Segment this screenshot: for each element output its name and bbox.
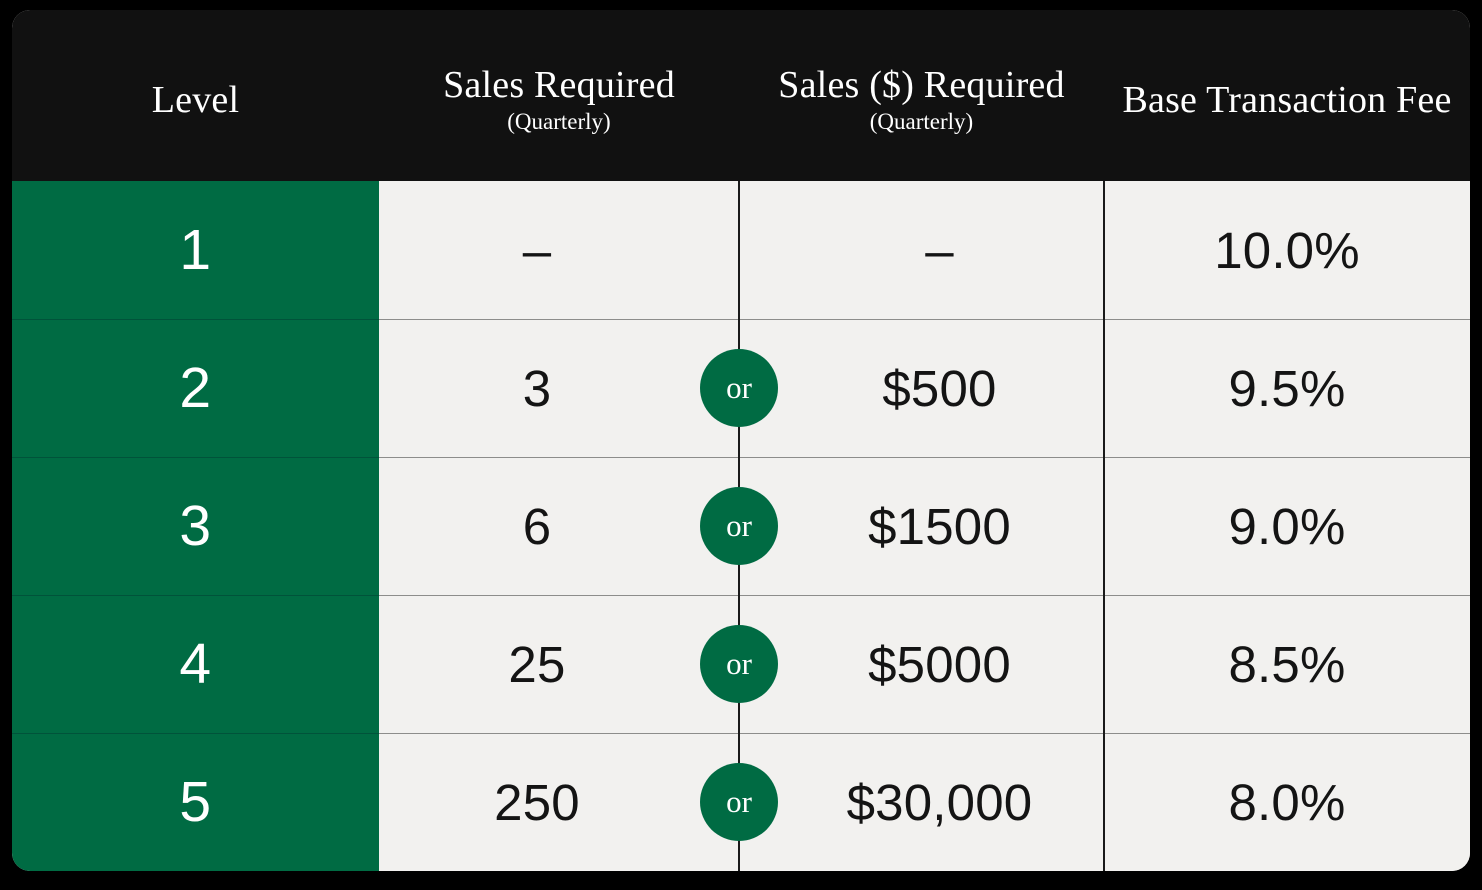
table-header-row: Level Sales Required (Quarterly) Sales (… bbox=[12, 10, 1470, 181]
cell-sales-required: 3 bbox=[379, 319, 739, 457]
column-header-sales-required-title: Sales Required bbox=[443, 63, 675, 106]
base-transaction-fee-value: 10.0% bbox=[1214, 221, 1360, 279]
sales-required-value: 25 bbox=[508, 635, 566, 693]
column-header-level-title: Level bbox=[151, 79, 240, 122]
cell-base-transaction-fee: 8.0% bbox=[1104, 733, 1470, 871]
column-header-base-transaction-fee: Base Transaction Fee bbox=[1104, 10, 1470, 181]
level-value: 3 bbox=[179, 494, 212, 558]
level-value: 5 bbox=[179, 770, 212, 834]
cell-sales-dollars-required: $1500 bbox=[739, 457, 1104, 595]
cell-sales-required: 25 bbox=[379, 595, 739, 733]
cell-base-transaction-fee: 10.0% bbox=[1104, 181, 1470, 319]
cell-sales-dollars-required: $5000 bbox=[739, 595, 1104, 733]
column-header-level: Level bbox=[12, 10, 379, 181]
sales-dollars-value: $5000 bbox=[868, 635, 1011, 693]
sales-dollars-value: $500 bbox=[882, 359, 997, 417]
base-transaction-fee-value: 8.5% bbox=[1228, 635, 1346, 693]
or-badge: or bbox=[700, 349, 778, 427]
or-badge: or bbox=[700, 625, 778, 703]
column-header-sales-required: Sales Required (Quarterly) bbox=[379, 10, 739, 181]
table-row: 1 – – 10.0% bbox=[12, 181, 1470, 319]
column-header-sales-dollars-required-subtitle: (Quarterly) bbox=[869, 109, 974, 135]
level-value: 4 bbox=[179, 632, 212, 696]
sales-dollars-value: $1500 bbox=[868, 497, 1011, 555]
column-header-base-transaction-fee-title: Base Transaction Fee bbox=[1122, 79, 1452, 122]
cell-level: 5 bbox=[12, 733, 379, 871]
base-transaction-fee-value: 9.5% bbox=[1228, 359, 1346, 417]
cell-base-transaction-fee: 9.5% bbox=[1104, 319, 1470, 457]
sales-required-value: – bbox=[522, 221, 552, 279]
base-transaction-fee-value: 9.0% bbox=[1228, 497, 1346, 555]
sales-required-value: 3 bbox=[522, 359, 552, 417]
sales-dollars-value: $30,000 bbox=[846, 773, 1033, 831]
or-badge-label: or bbox=[726, 369, 752, 405]
or-badge-label: or bbox=[726, 783, 752, 819]
cell-sales-required: 250 bbox=[379, 733, 739, 871]
or-badge-label: or bbox=[726, 645, 752, 681]
column-header-sales-required-subtitle: (Quarterly) bbox=[507, 109, 611, 135]
cell-level: 2 bbox=[12, 319, 379, 457]
cell-sales-dollars-required: $500 bbox=[739, 319, 1104, 457]
cell-base-transaction-fee: 8.5% bbox=[1104, 595, 1470, 733]
cell-sales-required: 6 bbox=[379, 457, 739, 595]
screenshot-root: Level Sales Required (Quarterly) Sales (… bbox=[0, 0, 1482, 890]
column-header-sales-dollars-required: Sales ($) Required (Quarterly) bbox=[739, 10, 1104, 181]
cell-level: 1 bbox=[12, 181, 379, 319]
cell-sales-required: – bbox=[379, 181, 739, 319]
or-badge: or bbox=[700, 763, 778, 841]
cell-base-transaction-fee: 9.0% bbox=[1104, 457, 1470, 595]
cell-sales-dollars-required: – bbox=[739, 181, 1104, 319]
tier-pricing-table-card: Level Sales Required (Quarterly) Sales (… bbox=[12, 10, 1470, 871]
cell-level: 4 bbox=[12, 595, 379, 733]
cell-sales-dollars-required: $30,000 bbox=[739, 733, 1104, 871]
level-value: 2 bbox=[179, 356, 212, 420]
cell-level: 3 bbox=[12, 457, 379, 595]
sales-required-value: 6 bbox=[522, 497, 552, 555]
column-header-sales-dollars-required-title: Sales ($) Required bbox=[778, 63, 1065, 106]
sales-required-value: 250 bbox=[494, 773, 580, 831]
or-badge: or bbox=[700, 487, 778, 565]
base-transaction-fee-value: 8.0% bbox=[1228, 773, 1346, 831]
or-badge-label: or bbox=[726, 507, 752, 543]
sales-dollars-value: – bbox=[925, 221, 954, 279]
level-value: 1 bbox=[179, 218, 212, 282]
